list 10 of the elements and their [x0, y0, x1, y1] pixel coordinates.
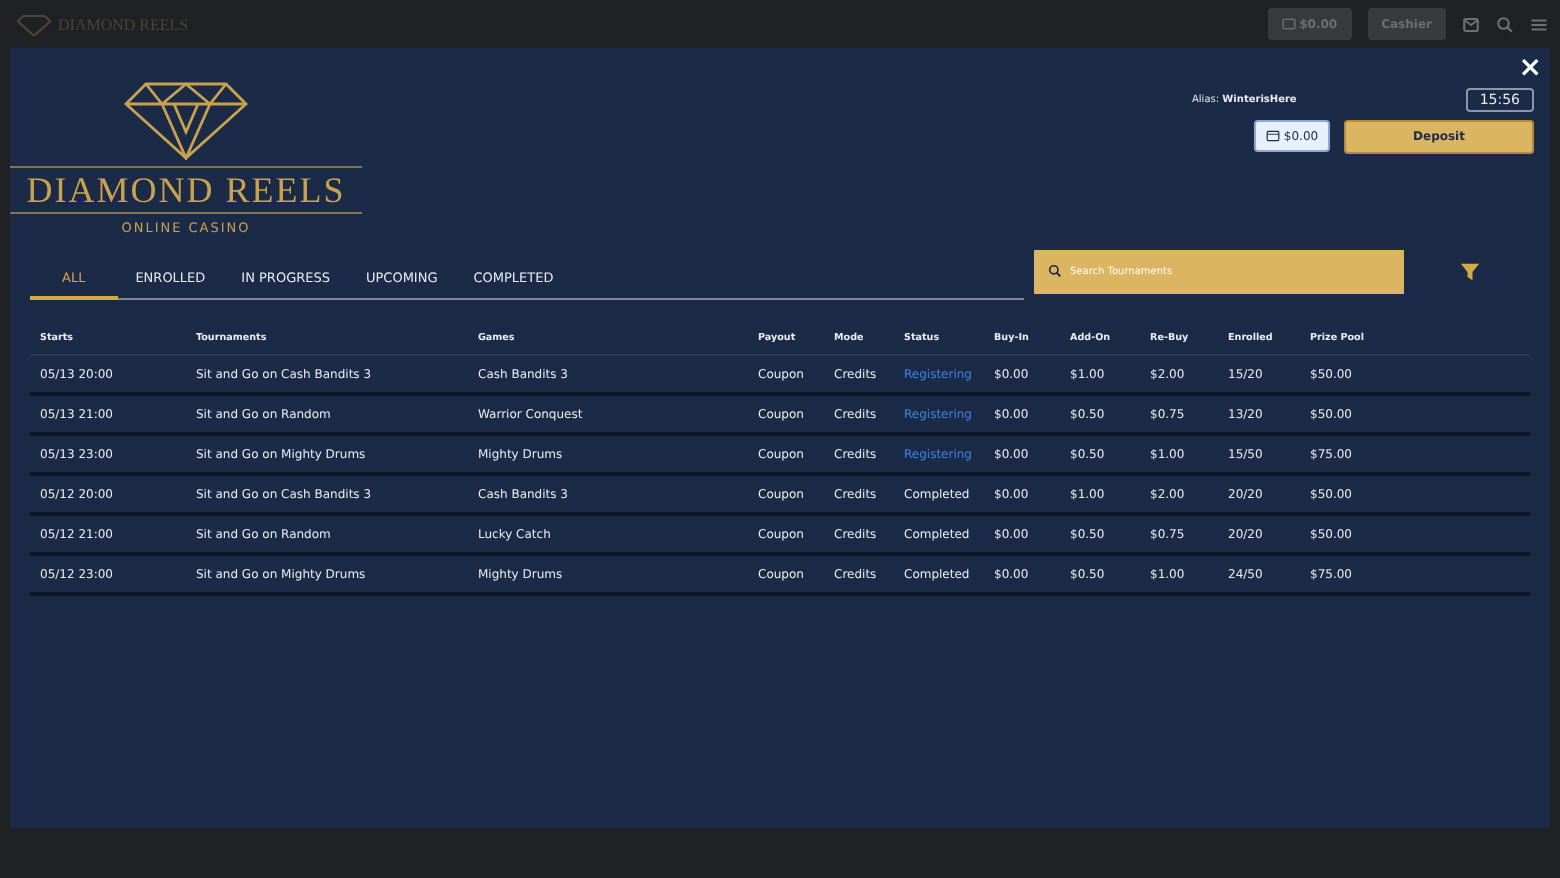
logo-title: DIAMOND REELS	[10, 166, 362, 214]
mail-icon[interactable]	[1462, 15, 1480, 33]
diamond-icon	[122, 80, 250, 160]
wallet-icon	[1265, 130, 1280, 142]
diamond-icon	[16, 13, 52, 35]
wallet-icon	[1281, 18, 1296, 30]
menu-icon[interactable]	[1530, 15, 1548, 33]
filter-icon[interactable]	[1460, 261, 1480, 281]
search-icon[interactable]	[1496, 15, 1514, 33]
close-button[interactable]: ×	[1514, 54, 1546, 82]
